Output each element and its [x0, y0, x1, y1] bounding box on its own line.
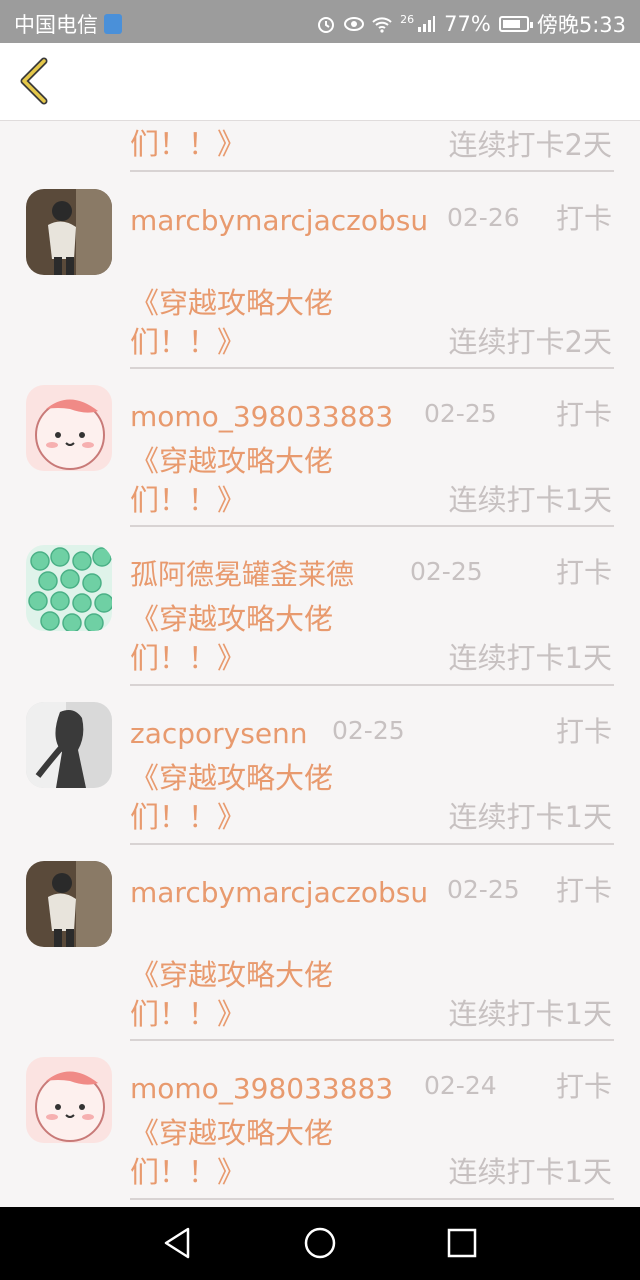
list-item[interactable]: momo_398033883 02-25 打卡 《穿越攻略大佬们！！》 连续打卡…	[0, 369, 640, 527]
checkin-label: 打卡	[555, 398, 612, 431]
avatar[interactable]	[26, 702, 112, 788]
circle-home-icon[interactable]	[302, 1225, 338, 1261]
book-title: 《穿越攻略大佬们！！》	[130, 286, 334, 359]
divider	[130, 170, 614, 172]
list-item[interactable]: marcbymarcjaczobsu 02-25 打卡 《穿越攻略大佬们！！》 …	[0, 845, 640, 1041]
signal-icon	[418, 16, 436, 32]
system-nav-bar	[0, 1207, 640, 1280]
avatar[interactable]	[26, 189, 112, 275]
divider	[130, 1198, 614, 1200]
chevron-left-icon[interactable]	[14, 57, 58, 105]
battery-icon	[498, 16, 533, 32]
status-bar: 中国电信 26 77% 傍晚5:33	[0, 0, 640, 43]
username[interactable]: marcbymarcjaczobsu	[130, 873, 430, 913]
username[interactable]: zacporysenn	[130, 714, 308, 754]
list-item[interactable]: momo_398033883 02-24 打卡 《穿越攻略大佬们！！》 连续打卡…	[0, 1041, 640, 1200]
book-title: 们！！》	[130, 127, 247, 161]
streak-label: 连续打卡1天	[448, 483, 612, 517]
wifi-icon	[372, 17, 392, 33]
alarm-icon	[318, 17, 335, 33]
avatar[interactable]	[26, 861, 112, 947]
streak-label: 连续打卡1天	[448, 641, 612, 675]
list-item[interactable]: marcbymarcjaczobsu 02-26 打卡 《穿越攻略大佬们！！》 …	[0, 173, 640, 369]
date-label: 02-25	[424, 399, 497, 428]
checkin-label: 打卡	[555, 715, 612, 748]
status-right: 26 77% 傍晚5:33	[316, 9, 626, 39]
checkin-label: 打卡	[555, 556, 612, 589]
carrier-label: 中国电信	[14, 13, 98, 37]
username[interactable]: 孤阿德冕罐釜莱德	[130, 555, 354, 595]
status-left: 中国电信	[14, 9, 122, 39]
avatar[interactable]	[26, 545, 112, 631]
battery-percent: 77%	[444, 12, 491, 36]
book-title: 《穿越攻略大佬们！！》	[130, 444, 334, 517]
date-label: 02-24	[424, 1071, 497, 1100]
date-label: 02-26	[447, 203, 520, 232]
streak-label: 连续打卡1天	[448, 997, 612, 1031]
streak-label: 连续打卡2天	[448, 325, 612, 359]
list-item-partial[interactable]: 们！！》 连续打卡2天	[0, 121, 640, 173]
list-item[interactable]: 孤阿德冕罐釜莱德 02-25 打卡 《穿越攻略大佬们！！》 连续打卡1天	[0, 527, 640, 686]
triangle-back-icon[interactable]	[160, 1225, 196, 1261]
streak-label: 连续打卡1天	[448, 1155, 612, 1189]
clock: 傍晚5:33	[536, 13, 626, 37]
book-title: 《穿越攻略大佬们！！》	[130, 958, 334, 1031]
book-title: 《穿越攻略大佬们！！》	[130, 761, 334, 834]
checkin-list: 们！！》 连续打卡2天 marcbymarcjaczobsu 02-26 打卡 …	[0, 121, 640, 1207]
username[interactable]: marcbymarcjaczobsu	[130, 201, 430, 241]
checkin-label: 打卡	[555, 202, 612, 235]
date-label: 02-25	[410, 557, 483, 586]
username[interactable]: momo_398033883	[130, 1069, 393, 1109]
avatar[interactable]	[26, 1057, 112, 1143]
square-recents-icon[interactable]	[444, 1225, 480, 1261]
list-item[interactable]: zacporysenn 02-25 打卡 《穿越攻略大佬们！！》 连续打卡1天	[0, 686, 640, 845]
avatar[interactable]	[26, 385, 112, 471]
book-title: 《穿越攻略大佬们！！》	[130, 602, 334, 675]
streak-label: 连续打卡2天	[448, 128, 612, 162]
date-label: 02-25	[447, 875, 520, 904]
checkin-label: 打卡	[555, 874, 612, 907]
eye-icon	[344, 17, 365, 31]
top-bar	[0, 43, 640, 121]
checkin-label: 打卡	[555, 1070, 612, 1103]
book-title: 《穿越攻略大佬们！！》	[130, 1116, 334, 1189]
username[interactable]: momo_398033883	[130, 397, 393, 437]
shield-icon	[104, 14, 122, 34]
network-type: 26	[400, 12, 415, 26]
date-label: 02-25	[332, 716, 405, 745]
streak-label: 连续打卡1天	[448, 800, 612, 834]
